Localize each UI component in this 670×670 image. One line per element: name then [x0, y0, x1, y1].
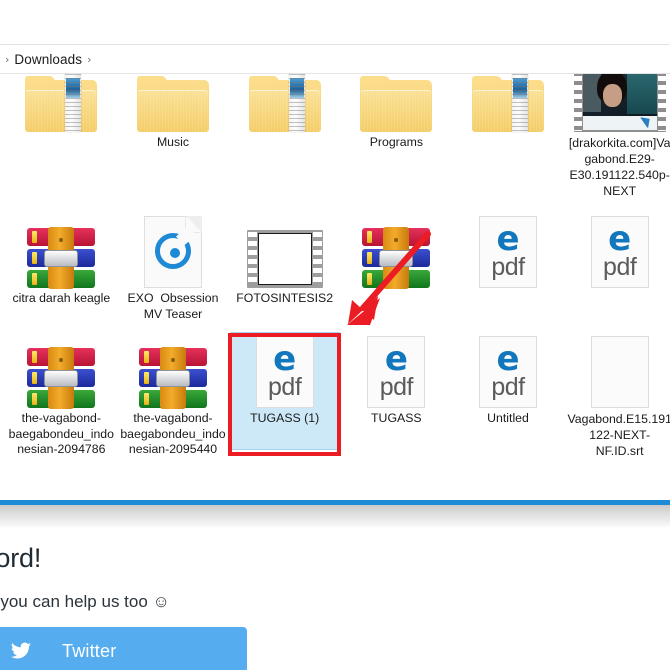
pdf-icon: e pdf [229, 332, 340, 408]
folder-icon [341, 74, 452, 132]
media-disc-icon [118, 212, 229, 288]
twitter-button-label: Twitter [62, 640, 117, 661]
webpage-heading: e word! [0, 543, 42, 573]
winrar-archive-icon [6, 212, 117, 289]
zipped-folder-icon [229, 74, 340, 132]
file-label: the-vagabond-baegabondeu_indonesian-2095… [120, 411, 226, 456]
winrar-archive-icon [341, 212, 452, 289]
file-item-music[interactable]: Music [118, 74, 229, 199]
winrar-archive-icon [6, 332, 117, 409]
pdf-icon: e pdf [564, 212, 670, 288]
file-label: Untitled [487, 411, 529, 425]
file-item-exo-obsession[interactable]: EXO Obsession MV Teaser [118, 212, 229, 322]
screenshot-root: › Downloads › Music Programs [drakorkita… [0, 0, 670, 670]
chevron-right-icon-2[interactable]: › [82, 54, 96, 65]
file-row-3: the-vagabond-baegabondeu_indonesian-2094… [6, 332, 670, 459]
breadcrumb[interactable]: › Downloads › [0, 45, 670, 74]
file-label: TUGASS [371, 411, 422, 425]
file-label: Programs [369, 135, 423, 149]
file-label: citra darah keagle [12, 291, 111, 305]
film-strip-icon [229, 212, 340, 288]
blank-document-icon [564, 332, 670, 408]
file-item-archive-4[interactable] [341, 212, 452, 322]
file-item-fotosintesis2[interactable]: FOTOSINTESIS2 [229, 212, 340, 322]
file-item-vagabond-2094786[interactable]: the-vagabond-baegabondeu_indonesian-2094… [6, 332, 117, 459]
breadcrumb-item-downloads[interactable]: Downloads [14, 52, 82, 67]
file-label: EXO Obsession MV Teaser [127, 291, 222, 321]
twitter-bird-icon [10, 642, 32, 659]
file-item-untitled[interactable]: e pdf Untitled [453, 332, 564, 459]
chevron-right-icon: › [5, 52, 10, 66]
file-item-pdf-6[interactable]: e pdf [564, 212, 670, 322]
file-item-tugass[interactable]: e pdf TUGASS [341, 332, 452, 459]
zipped-folder-icon [453, 74, 564, 132]
file-label: TUGASS (1) [250, 411, 320, 425]
file-list-area[interactable]: Music Programs [drakorkita.com]Vagabond.… [0, 74, 670, 500]
folder-icon [118, 74, 229, 132]
file-item-zipped-folder-1[interactable] [6, 74, 117, 199]
webpage-paragraph: ou, you can help us too ☺ [0, 592, 170, 611]
pdf-icon: e pdf [453, 212, 564, 288]
window-top-blank-area [0, 0, 670, 45]
file-row-1: Music Programs [drakorkita.com]Vagabond.… [6, 74, 670, 199]
pdf-icon: e pdf [341, 332, 452, 408]
file-label: the-vagabond-baegabondeu_indonesian-2094… [8, 411, 114, 456]
file-item-vagabond-video[interactable]: [drakorkita.com]Vagabond.E29-E30.191122.… [564, 74, 670, 199]
file-label: [drakorkita.com]Vagabond.E29-E30.191122.… [568, 136, 670, 198]
file-item-zipped-folder-2[interactable] [229, 74, 340, 199]
video-thumbnail-icon [564, 74, 670, 132]
pdf-icon: e pdf [453, 332, 564, 408]
file-item-citra-darah-keagle[interactable]: citra darah keagle [6, 212, 117, 322]
file-label: Music [156, 135, 190, 149]
file-row-2: citra darah keagle EXO Obsession MV Teas… [6, 212, 670, 322]
twitter-share-button[interactable]: Twitter [0, 627, 247, 670]
file-item-tugass-1-selected[interactable]: e pdf TUGASS (1) [229, 332, 341, 459]
file-explorer-window: › Downloads › Music Programs [drakorkita… [0, 0, 670, 500]
file-item-pdf-5[interactable]: e pdf [453, 212, 564, 322]
file-item-programs[interactable]: Programs [341, 74, 452, 199]
file-label: Vagabond.E15.191122-NEXT-NF.ID.srt [567, 412, 670, 458]
file-label: FOTOSINTESIS2 [236, 291, 334, 305]
zipped-folder-icon [6, 74, 117, 132]
file-item-vagabond-srt[interactable]: Vagabond.E15.191122-NEXT-NF.ID.srt [564, 332, 670, 459]
file-item-vagabond-2095440[interactable]: the-vagabond-baegabondeu_indonesian-2095… [118, 332, 229, 459]
winrar-archive-icon [118, 332, 229, 409]
window-bottom-gradient [0, 505, 670, 527]
file-item-zipped-folder-3[interactable] [453, 74, 564, 199]
